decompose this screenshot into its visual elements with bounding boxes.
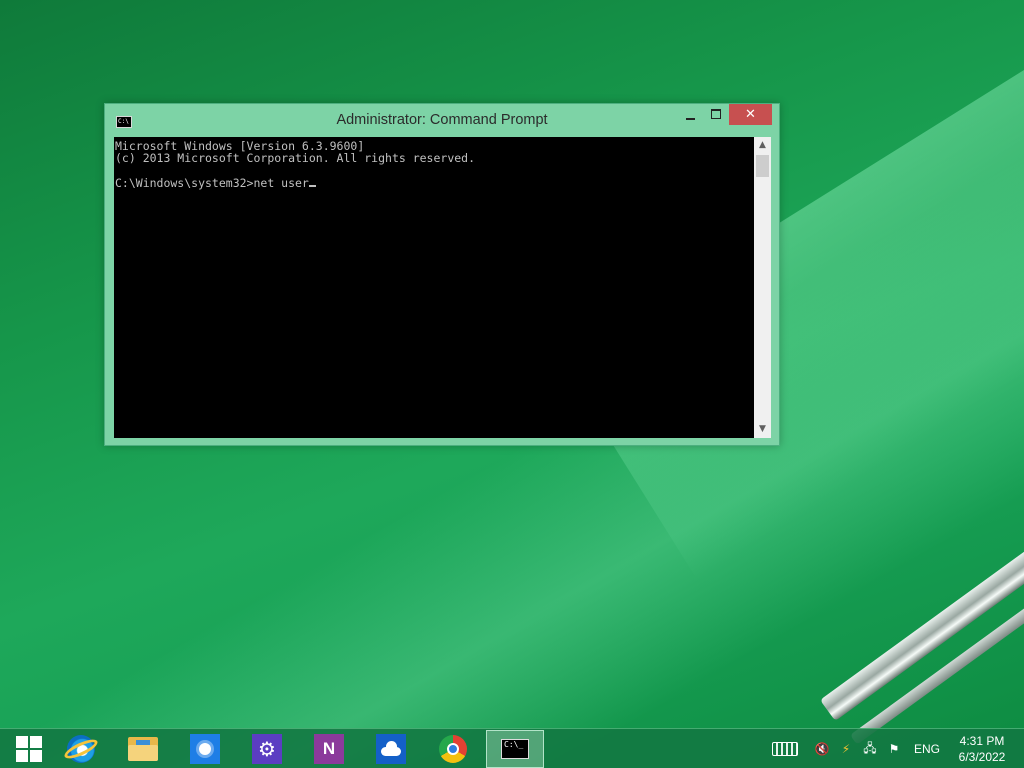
taskbar-internet-explorer[interactable] (52, 730, 110, 768)
vertical-scrollbar[interactable]: ▲ ▼ (754, 137, 771, 438)
console-output: Microsoft Windows [Version 6.3.9600] (c)… (114, 137, 754, 190)
taskbar-weather[interactable] (176, 730, 234, 768)
onenote-icon: N (314, 734, 344, 764)
clock[interactable]: 4:31 PM 6/3/2022 (944, 733, 1020, 765)
gear-icon: ⚙ (252, 734, 282, 764)
chrome-icon (439, 735, 467, 763)
close-button[interactable]: ✕ (729, 104, 772, 125)
cloud-icon (376, 734, 406, 764)
volume-muted-button[interactable]: 🔇 (812, 738, 832, 760)
speaker-muted-icon: 🔇 (814, 742, 830, 756)
console-prompt-line: C:\Windows\system32>net user (115, 176, 309, 191)
windows-logo-icon (16, 736, 42, 762)
battery-plug-icon: ⚡ (841, 742, 851, 756)
scroll-thumb[interactable] (756, 155, 769, 177)
scroll-down-arrow-icon[interactable]: ▼ (754, 421, 771, 438)
close-icon: ✕ (745, 107, 756, 122)
sun-icon (190, 734, 220, 764)
touch-keyboard-button[interactable] (770, 738, 800, 760)
folder-icon (128, 737, 158, 761)
scroll-up-arrow-icon[interactable]: ▲ (754, 137, 771, 154)
language-indicator[interactable]: ENG (910, 738, 944, 760)
flag-alert-icon: ⚑ (888, 742, 900, 756)
maximize-button[interactable] (703, 104, 729, 125)
taskbar-onenote[interactable]: N (300, 730, 358, 768)
language-label: ENG (913, 742, 940, 756)
network-button[interactable]: 🖧 (860, 738, 880, 760)
taskbar: ⚙ N C:\_ 🔇 ⚡ 🖧 ⚑ ENG 4:31 PM 6/3/2022 (0, 728, 1024, 768)
text-cursor (308, 185, 316, 188)
console-line: (c) 2013 Microsoft Corporation. All righ… (115, 151, 476, 166)
command-prompt-window[interactable]: C:\ Administrator: Command Prompt ✕ Micr… (104, 103, 780, 446)
action-center-button[interactable]: ⚑ (884, 738, 904, 760)
taskbar-file-explorer[interactable] (114, 730, 172, 768)
taskbar-chrome[interactable] (424, 730, 482, 768)
taskbar-onedrive[interactable] (362, 730, 420, 768)
start-button[interactable] (0, 730, 58, 768)
minimize-button[interactable] (677, 104, 703, 125)
power-button[interactable]: ⚡ (836, 738, 856, 760)
console-area[interactable]: Microsoft Windows [Version 6.3.9600] (c)… (114, 137, 754, 438)
taskbar-command-prompt[interactable]: C:\_ (486, 730, 544, 768)
clock-date: 6/3/2022 (958, 750, 1006, 764)
window-titlebar[interactable]: C:\ Administrator: Command Prompt ✕ (105, 104, 779, 137)
clock-time: 4:31 PM (959, 734, 1005, 748)
minimize-icon (685, 117, 695, 120)
taskbar-settings[interactable]: ⚙ (238, 730, 296, 768)
network-icon: 🖧 (863, 740, 877, 755)
cmd-icon: C:\_ (501, 739, 529, 759)
keyboard-icon (772, 742, 798, 756)
internet-explorer-icon (62, 735, 100, 763)
maximize-icon (711, 108, 721, 119)
